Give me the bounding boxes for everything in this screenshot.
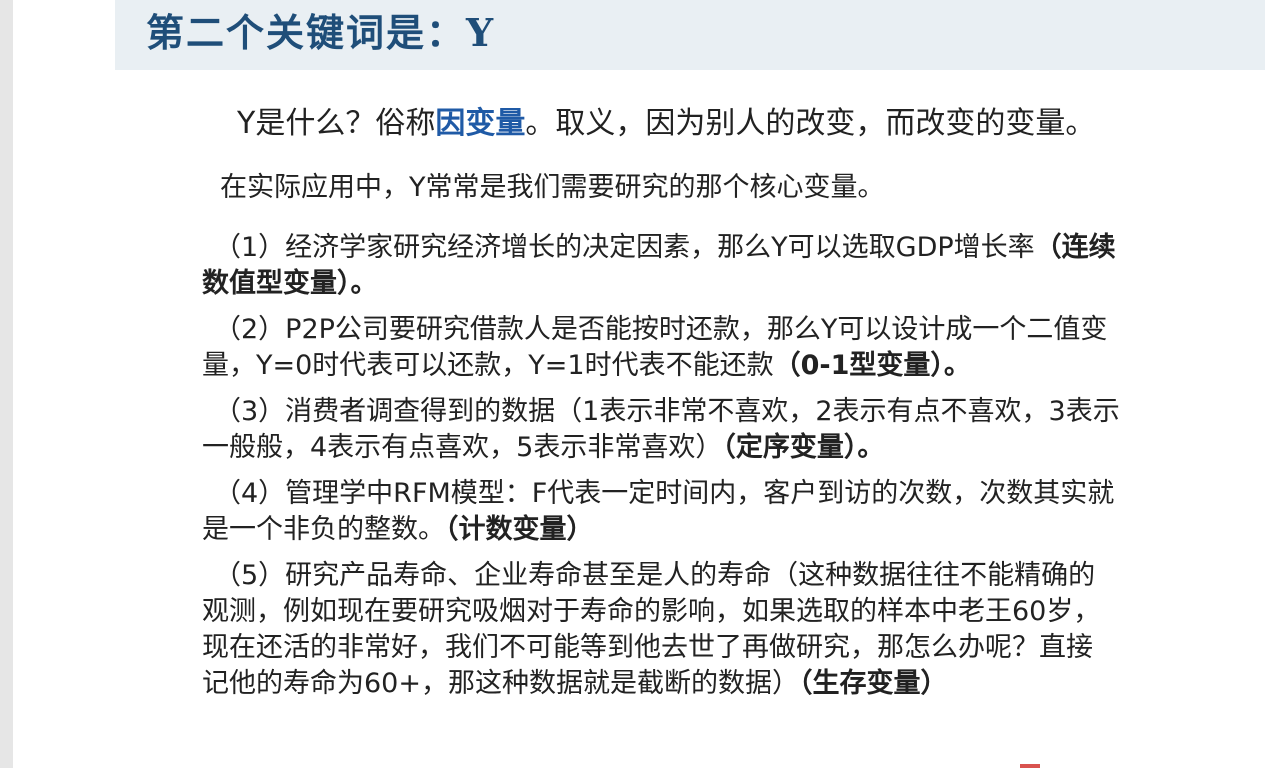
list-item-line: （3）消费者调查得到的数据（1表示非常不喜欢，2表示有点不喜欢，3表示 [214, 396, 1120, 427]
dependent-variable-highlight: 因变量 [435, 106, 526, 141]
item-type-label: （连续 [1034, 232, 1116, 263]
context-paragraph: 在实际应用中，Y常常是我们需要研究的那个核心变量。 [220, 172, 885, 203]
list-item-line: 记他的寿命为60+，那这种数据就是截断的数据）（生存变量） [202, 666, 1202, 702]
list-item-line: （2）P2P公司要研究借款人是否能按时还款，那么Y可以设计成一个二值变 [214, 314, 1108, 345]
page-title: 第二个关键词是：Y [146, 10, 496, 55]
item-type-label: （定序变量）。 [722, 432, 885, 463]
item-text: 一般般，4表示有点喜欢，5表示非常喜欢） [202, 432, 723, 463]
item-text: 记他的寿命为60+，那这种数据就是截断的数据） [202, 668, 799, 699]
item-text: 量，Y=0时代表可以还款，Y=1时代表不能还款 [202, 350, 774, 381]
list-item-2: （2）P2P公司要研究借款人是否能按时还款，那么Y可以设计成一个二值变 量，Y=… [202, 312, 1202, 384]
item-type-label: （生存变量） [798, 668, 948, 699]
list-item-line: （4）管理学中RFM模型：F代表一定时间内，客户到访的次数，次数其实就 [214, 478, 1115, 509]
item-type-label: （0-1型变量）。 [773, 350, 971, 381]
examples-list: （1）经济学家研究经济增长的决定因素，那么Y可以选取GDP增长率（连续 数值型变… [202, 230, 1202, 712]
intro-text-before: Y是什么？俗称 [237, 106, 436, 141]
item-text: （1）经济学家研究经济增长的决定因素，那么Y可以选取GDP增长率 [214, 232, 1035, 263]
intro-paragraph: Y是什么？俗称因变量。取义，因为别人的改变，而改变的变量。 [237, 98, 1095, 142]
list-item-4: （4）管理学中RFM模型：F代表一定时间内，客户到访的次数，次数其实就 是一个非… [202, 476, 1202, 548]
page-corner-mark [1020, 764, 1040, 768]
window-left-edge [0, 0, 13, 768]
list-item-line: 量，Y=0时代表可以还款，Y=1时代表不能还款（0-1型变量）。 [202, 348, 1202, 384]
list-item-line: （1）经济学家研究经济增长的决定因素，那么Y可以选取GDP增长率（连续 [202, 230, 1202, 266]
list-item-line: 观测，例如现在要研究吸烟对于寿命的影响，如果选取的样本中老王60岁， [202, 596, 1101, 627]
list-item-line: （5）研究产品寿命、企业寿命甚至是人的寿命（这种数据往往不能精确的 [214, 560, 1096, 591]
intro-text-after: 。取义，因为别人的改变，而改变的变量。 [525, 106, 1096, 141]
item-type-label: 数值型变量）。 [202, 268, 378, 299]
list-item-line: 是一个非负的整数。（计数变量） [202, 512, 1202, 548]
list-item-3: （3）消费者调查得到的数据（1表示非常不喜欢，2表示有点不喜欢，3表示 一般般，… [202, 394, 1202, 466]
list-item-5: （5）研究产品寿命、企业寿命甚至是人的寿命（这种数据往往不能精确的 观测，例如现… [202, 558, 1202, 702]
list-item-line: 一般般，4表示有点喜欢，5表示非常喜欢）（定序变量）。 [202, 430, 1202, 466]
list-item-1: （1）经济学家研究经济增长的决定因素，那么Y可以选取GDP增长率（连续 数值型变… [202, 230, 1202, 302]
list-item-line: 现在还活的非常好，我们不可能等到他去世了再做研究，那怎么办呢？直接 [202, 632, 1093, 663]
item-type-label: （计数变量） [445, 514, 594, 545]
list-item-line: 数值型变量）。 [202, 266, 1202, 302]
item-text: 是一个非负的整数。 [202, 514, 445, 545]
